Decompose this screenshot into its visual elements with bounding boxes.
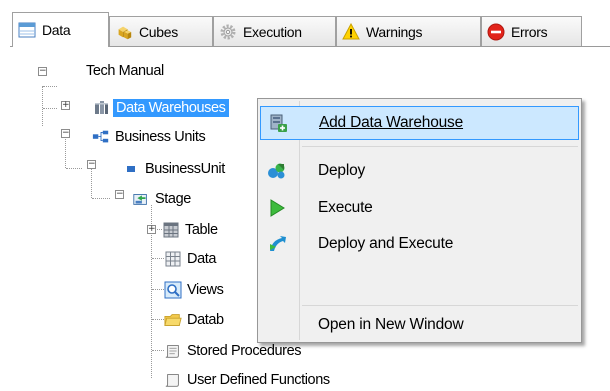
tree-node-label: Tech Manual [86, 63, 164, 79]
folder-icon [164, 311, 182, 329]
tab-errors[interactable]: Errors [481, 16, 582, 46]
tree-node-label: Data [187, 251, 217, 267]
tree-node-label: User Defined Functions [187, 372, 330, 388]
tree-connector [42, 86, 43, 126]
tab-cubes[interactable]: Cubes [109, 16, 213, 46]
tree-node-stored-procedures[interactable]: Stored Procedures [164, 340, 302, 362]
tab-warnings[interactable]: Warnings [336, 16, 481, 46]
tree-node-stage[interactable]: Stage [132, 188, 191, 210]
collapse-toggle[interactable]: − [61, 129, 70, 138]
tree-node-business-unit[interactable]: BusinessUnit [122, 158, 225, 180]
function-icon [164, 371, 182, 389]
table-icon [18, 21, 36, 39]
view-icon [164, 281, 182, 299]
menu-item-label: Add Data Warehouse [319, 114, 463, 132]
menu-item-add-data-warehouse[interactable]: Add Data Warehouse [260, 106, 579, 140]
tab-cubes-label: Cubes [139, 23, 178, 40]
menu-separator [302, 146, 578, 147]
script-icon [164, 342, 182, 360]
table-icon [162, 221, 180, 239]
tree-node-label: Table [185, 222, 218, 238]
menu-item-label: Deploy and Execute [318, 235, 454, 252]
tree-node-user-defined-functions[interactable]: User Defined Functions [164, 369, 330, 391]
tree-connector [65, 137, 66, 168]
tree-connector [92, 198, 110, 199]
tree-connector [66, 168, 82, 169]
tab-errors-label: Errors [511, 23, 548, 40]
tree-node-label: Stage [155, 191, 191, 207]
business-unit-icon [122, 160, 140, 178]
warning-icon [342, 23, 360, 41]
tree-connector [91, 168, 92, 198]
tree-node-label: Views [187, 282, 224, 298]
tree-connector [152, 319, 164, 320]
context-menu: Add Data Warehouse Deploy Execute Deploy… [257, 98, 582, 343]
tree-node-business-units[interactable]: Business Units [92, 126, 206, 148]
tree-node-label: Datab [187, 312, 224, 328]
menu-item-label: Deploy [318, 162, 366, 179]
tree-node-root[interactable]: Tech Manual [86, 60, 164, 82]
tab-bar: Data Cubes Execution Warnings Errors [0, 0, 610, 50]
tree-node-views[interactable]: Views [164, 279, 224, 301]
tree-connector [43, 108, 57, 109]
collapse-toggle[interactable]: − [115, 190, 124, 199]
menu-item-deploy-and-execute[interactable]: Deploy and Execute [260, 227, 579, 261]
deploy-execute-icon [266, 233, 288, 255]
tab-execution-label: Execution [243, 23, 302, 40]
deploy-icon [266, 160, 288, 182]
tab-execution[interactable]: Execution [213, 16, 336, 46]
tree-node-label: Business Units [115, 129, 206, 145]
tree-connector [152, 289, 164, 290]
expand-toggle[interactable]: + [147, 225, 156, 234]
menu-item-label: Execute [318, 199, 373, 216]
tree-node-label: BusinessUnit [145, 161, 225, 177]
tab-data-label: Data [42, 22, 71, 38]
menu-item-text: Add Data Warehouse [319, 114, 464, 131]
tree-node-label: Data Warehouses [113, 99, 229, 117]
gear-icon [219, 23, 237, 41]
menu-item-deploy[interactable]: Deploy [260, 154, 579, 188]
menu-separator [302, 305, 578, 306]
tree-connector [152, 258, 164, 259]
tree-node-label: Stored Procedures [187, 343, 302, 359]
hierarchy-icon [92, 128, 110, 146]
tree-node-data[interactable]: Data [164, 248, 216, 270]
stage-icon [132, 190, 150, 208]
play-icon [266, 197, 288, 219]
tree-connector [43, 86, 57, 87]
collapse-toggle[interactable]: − [38, 67, 47, 76]
grid-icon [164, 250, 182, 268]
menu-item-open-in-new-window[interactable]: Open in New Window [260, 308, 579, 342]
tree-node-tables[interactable]: Table [162, 219, 218, 241]
tree-node-data-warehouses[interactable]: Data Warehouses [92, 97, 229, 119]
collapse-toggle[interactable]: − [87, 160, 96, 169]
tree-node-databases[interactable]: Datab [164, 309, 224, 331]
tree-connector [152, 350, 164, 351]
menu-item-execute[interactable]: Execute [260, 191, 579, 225]
expand-toggle[interactable]: + [61, 101, 70, 110]
add-data-warehouse-icon [267, 112, 289, 134]
menu-item-label: Open in New Window [318, 316, 464, 333]
cubes-icon [115, 23, 133, 41]
error-icon [487, 23, 505, 41]
database-icon [92, 99, 110, 117]
tab-data[interactable]: Data [12, 12, 109, 47]
tab-warnings-label: Warnings [366, 23, 423, 40]
